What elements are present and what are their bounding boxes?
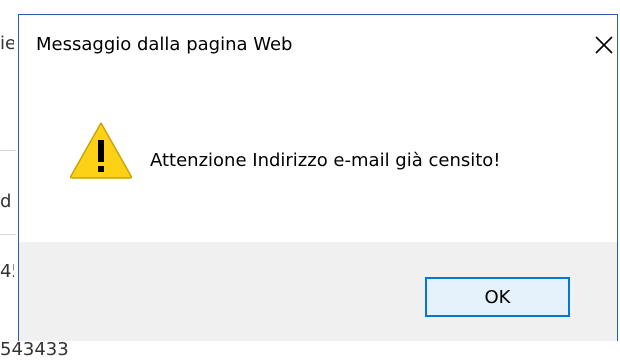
warning-icon (69, 122, 133, 179)
background-text-fragment: ie (0, 34, 14, 54)
dialog-footer: OK (19, 242, 617, 341)
dialog-content: Attenzione Indirizzo e-mail già censito! (19, 77, 617, 241)
alert-dialog: Messaggio dalla pagina Web Attenzione In… (18, 14, 618, 341)
background-divider (0, 234, 16, 235)
background-text-bottom: 543433 (0, 339, 69, 360)
close-icon (595, 36, 613, 54)
ok-button[interactable]: OK (425, 277, 570, 317)
close-button[interactable] (589, 29, 617, 59)
dialog-message: Attenzione Indirizzo e-mail già censito! (150, 150, 501, 171)
dialog-title: Messaggio dalla pagina Web (36, 34, 293, 55)
background-divider (0, 150, 16, 151)
background-text-fragment: 45 (0, 262, 14, 282)
dialog-titlebar[interactable]: Messaggio dalla pagina Web (19, 15, 617, 77)
background-text-fragment: d (0, 192, 12, 212)
